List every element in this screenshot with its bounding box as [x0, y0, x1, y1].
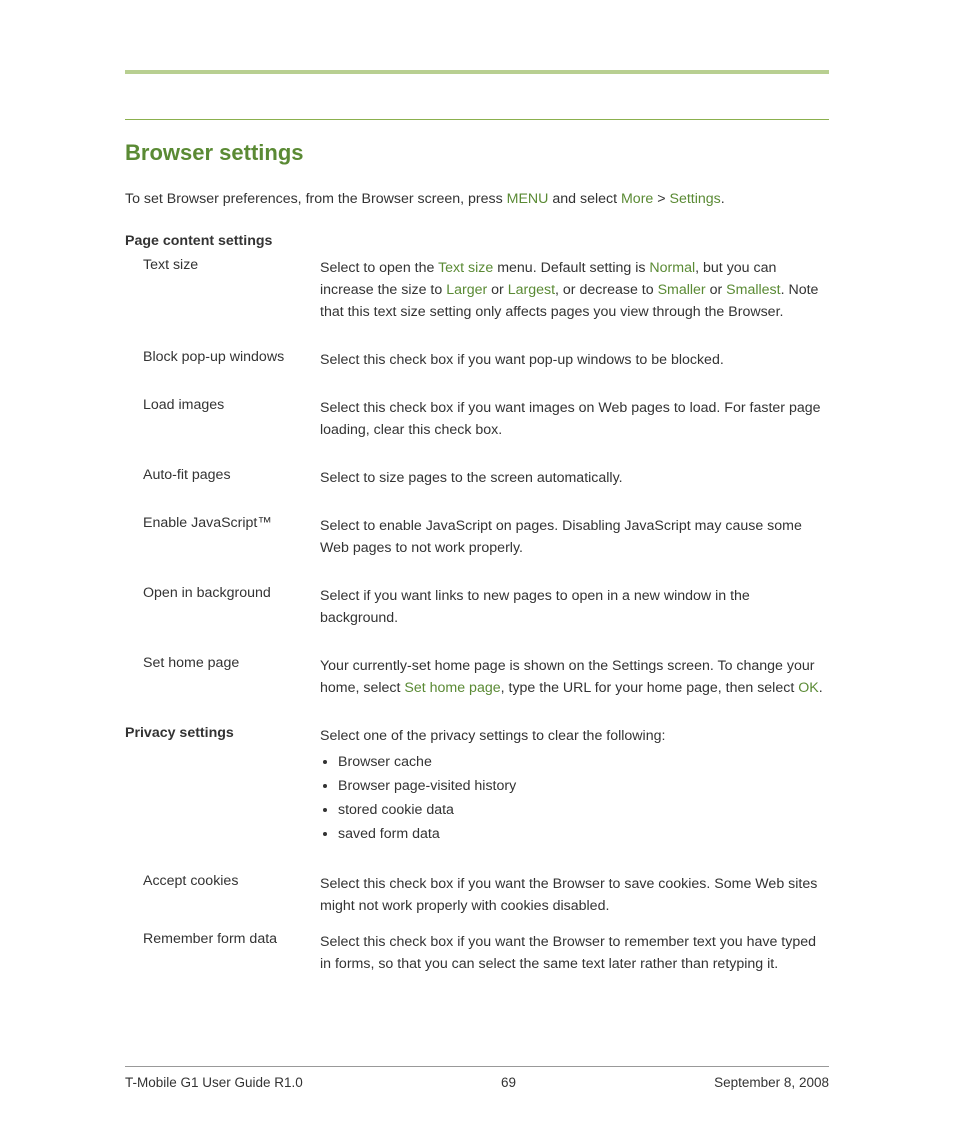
- desc-remember-form: Select this check box if you want the Br…: [320, 931, 829, 975]
- ts-k3: Largest: [508, 282, 555, 298]
- more-keyword: More: [621, 191, 653, 207]
- ts-k0: Text size: [438, 260, 493, 276]
- label-open-bg: Open in background: [125, 585, 320, 601]
- row-block-popups: Block pop-up windows Select this check b…: [125, 349, 829, 371]
- footer-date: September 8, 2008: [714, 1075, 829, 1090]
- label-home: Set home page: [125, 655, 320, 671]
- label-enable-js: Enable JavaScript™: [125, 515, 320, 531]
- privacy-heading: Privacy settings: [125, 725, 320, 741]
- row-privacy-heading: Privacy settings Select one of the priva…: [125, 725, 829, 847]
- page-content-heading: Page content settings: [125, 233, 829, 249]
- row-autofit: Auto-fit pages Select to size pages to t…: [125, 467, 829, 489]
- bullet-cache: Browser cache: [338, 751, 829, 773]
- footer-left: T-Mobile G1 User Guide R1.0: [125, 1075, 303, 1090]
- footer-page-number: 69: [501, 1075, 516, 1090]
- bullet-formdata: saved form data: [338, 823, 829, 845]
- label-accept-cookies: Accept cookies: [125, 873, 320, 889]
- ts-k2: Larger: [446, 282, 487, 298]
- bullet-history: Browser page-visited history: [338, 775, 829, 797]
- home-d2: .: [819, 680, 823, 696]
- desc-load-images: Select this check box if you want images…: [320, 397, 829, 441]
- intro-pre: To set Browser preferences, from the Bro…: [125, 191, 507, 207]
- page-footer: T-Mobile G1 User Guide R1.0 69 September…: [125, 1066, 829, 1090]
- desc-autofit: Select to size pages to the screen autom…: [320, 467, 829, 489]
- privacy-intro-col: Select one of the privacy settings to cl…: [320, 725, 829, 847]
- menu-keyword: MENU: [507, 191, 549, 207]
- intro-paragraph: To set Browser preferences, from the Bro…: [125, 188, 829, 211]
- settings-keyword: Settings: [669, 191, 720, 207]
- ts-k1: Normal: [649, 260, 695, 276]
- intro-post: .: [721, 191, 725, 207]
- label-text-size: Text size: [125, 257, 320, 273]
- row-enable-js: Enable JavaScript™ Select to enable Java…: [125, 515, 829, 559]
- ts-d0: Select to open the: [320, 260, 438, 276]
- row-open-bg: Open in background Select if you want li…: [125, 585, 829, 629]
- ts-d4: , or decrease to: [555, 282, 658, 298]
- home-k0: Set home page: [404, 680, 500, 696]
- footer-rule: [125, 1066, 829, 1067]
- ts-k4: Smaller: [658, 282, 706, 298]
- desc-home: Your currently-set home page is shown on…: [320, 655, 829, 699]
- intro-gt: >: [653, 191, 669, 207]
- row-load-images: Load images Select this check box if you…: [125, 397, 829, 441]
- desc-accept-cookies: Select this check box if you want the Br…: [320, 873, 829, 917]
- row-remember-form: Remember form data Select this check box…: [125, 931, 829, 975]
- desc-enable-js: Select to enable JavaScript on pages. Di…: [320, 515, 829, 559]
- section-title: Browser settings: [125, 140, 829, 166]
- row-accept-cookies: Accept cookies Select this check box if …: [125, 873, 829, 917]
- row-text-size: Text size Select to open the Text size m…: [125, 257, 829, 323]
- label-block-popups: Block pop-up windows: [125, 349, 320, 365]
- desc-open-bg: Select if you want links to new pages to…: [320, 585, 829, 629]
- section-rule: [125, 119, 829, 120]
- intro-mid: and select: [548, 191, 621, 207]
- label-load-images: Load images: [125, 397, 320, 413]
- home-d1: , type the URL for your home page, then …: [501, 680, 799, 696]
- bullet-cookies: stored cookie data: [338, 799, 829, 821]
- ts-d1: menu. Default setting is: [493, 260, 649, 276]
- top-rule: [125, 70, 829, 74]
- ts-k5: Smallest: [726, 282, 780, 298]
- label-remember-form: Remember form data: [125, 931, 320, 947]
- home-k1: OK: [798, 680, 819, 696]
- label-autofit: Auto-fit pages: [125, 467, 320, 483]
- row-home: Set home page Your currently-set home pa…: [125, 655, 829, 699]
- desc-text-size: Select to open the Text size menu. Defau…: [320, 257, 829, 323]
- ts-d5: or: [706, 282, 727, 298]
- desc-block-popups: Select this check box if you want pop-up…: [320, 349, 829, 371]
- privacy-bullets: Browser cache Browser page-visited histo…: [320, 751, 829, 845]
- privacy-intro: Select one of the privacy settings to cl…: [320, 728, 665, 744]
- ts-d3: or: [487, 282, 508, 298]
